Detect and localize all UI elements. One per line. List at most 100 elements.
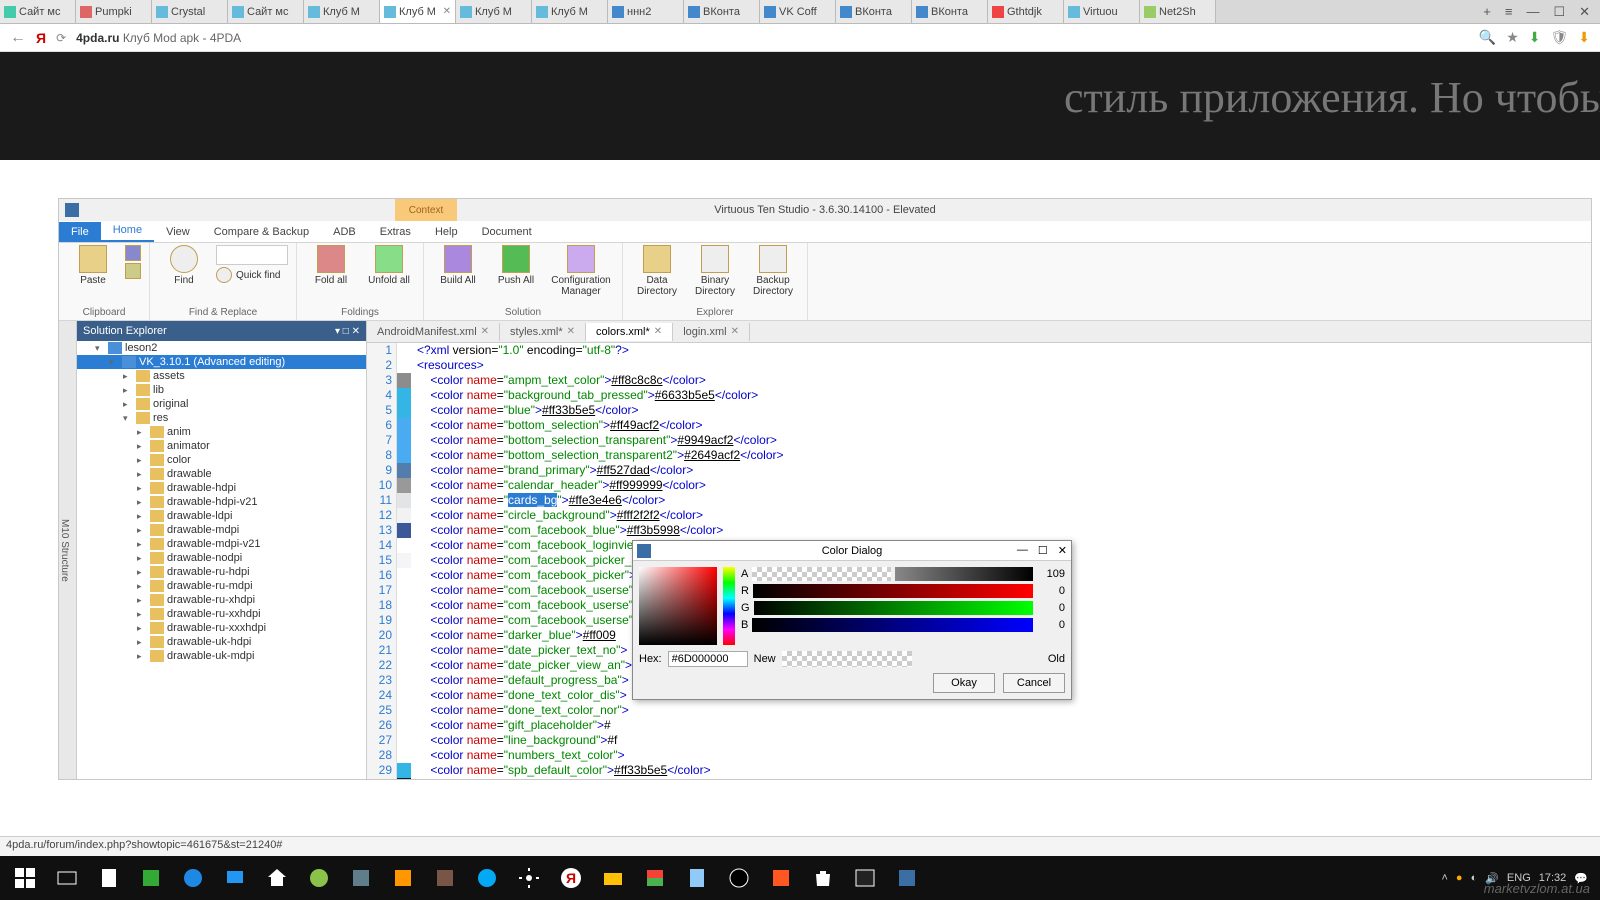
- win-min-icon[interactable]: —: [1526, 4, 1539, 19]
- tree-node[interactable]: ▸original: [77, 397, 366, 411]
- browser-tab[interactable]: ВКонта: [836, 0, 912, 23]
- alpha-slider[interactable]: [752, 567, 890, 581]
- solution-tree[interactable]: ▾leson2▾VK_3.10.1 (Advanced editing)▸ass…: [77, 341, 366, 779]
- push-button[interactable]: Push All: [490, 245, 542, 286]
- ribbon-tab-compare[interactable]: Compare & Backup: [202, 222, 321, 242]
- data-dir-button[interactable]: Data Directory: [631, 245, 683, 297]
- ribbon-tab-home[interactable]: Home: [101, 220, 154, 242]
- tb-vts-icon[interactable]: [886, 860, 928, 896]
- close-icon[interactable]: ✕: [1058, 544, 1067, 557]
- browser-tab[interactable]: Pumpki: [76, 0, 152, 23]
- tb-yandex-icon[interactable]: Я: [550, 860, 592, 896]
- star-icon[interactable]: ★: [1506, 29, 1519, 46]
- tree-node[interactable]: ▸drawable-ru-xxxhdpi: [77, 621, 366, 635]
- hex-input[interactable]: [668, 651, 748, 667]
- ribbon-tab-file[interactable]: File: [59, 222, 101, 242]
- tree-node[interactable]: ▸drawable-uk-mdpi: [77, 649, 366, 663]
- tree-node[interactable]: ▸anim: [77, 425, 366, 439]
- tray-icon-1[interactable]: ●: [1456, 872, 1463, 884]
- quickfind-input[interactable]: [216, 245, 288, 265]
- browser-tab[interactable]: Virtuou: [1064, 0, 1140, 23]
- minimize-icon[interactable]: —: [1017, 544, 1028, 557]
- maximize-icon[interactable]: ☐: [1038, 544, 1048, 557]
- okay-button[interactable]: Okay: [933, 673, 995, 693]
- tb-app-10[interactable]: [466, 860, 508, 896]
- tb-home-icon[interactable]: [256, 860, 298, 896]
- url-field[interactable]: 4pda.ru Клуб Mod apk - 4PDA: [76, 31, 1469, 45]
- tree-node[interactable]: ▸drawable-uk-hdpi: [77, 635, 366, 649]
- cut-button[interactable]: [125, 245, 141, 261]
- yandex-icon[interactable]: Я: [36, 30, 46, 46]
- red-slider[interactable]: [753, 584, 1033, 598]
- tb-explorer-icon[interactable]: [592, 860, 634, 896]
- blue-slider[interactable]: [752, 618, 1033, 632]
- tree-node[interactable]: ▸drawable-hdpi-v21: [77, 495, 366, 509]
- browser-tab[interactable]: ВКонта: [684, 0, 760, 23]
- quickfind-button[interactable]: Quick find: [216, 267, 288, 283]
- tb-app-14[interactable]: [634, 860, 676, 896]
- tree-node[interactable]: ▸color: [77, 453, 366, 467]
- editor-tab[interactable]: styles.xml*✕: [500, 323, 586, 341]
- new-tab-icon[interactable]: +: [1483, 4, 1491, 19]
- tb-app-15[interactable]: [676, 860, 718, 896]
- tree-node[interactable]: ▸assets: [77, 369, 366, 383]
- browser-tab[interactable]: VK Coff: [760, 0, 836, 23]
- tb-app-2[interactable]: [130, 860, 172, 896]
- browser-tab[interactable]: Сайт мс: [228, 0, 304, 23]
- tree-node[interactable]: ▸drawable-ru-mdpi: [77, 579, 366, 593]
- tree-node[interactable]: ▸drawable-ldpi: [77, 509, 366, 523]
- hue-slider[interactable]: [723, 567, 735, 645]
- left-rail[interactable]: M10 Structure: [59, 321, 77, 779]
- editor-tab[interactable]: login.xml✕: [673, 323, 750, 341]
- browser-tab[interactable]: Gthtdjk: [988, 0, 1064, 23]
- tb-cmd-icon[interactable]: [844, 860, 886, 896]
- zoom-icon[interactable]: 🔍: [1479, 29, 1496, 46]
- ribbon-tab-help[interactable]: Help: [423, 222, 470, 242]
- download-icon[interactable]: ⬇: [1529, 29, 1541, 46]
- browser-tab[interactable]: Сайт мс: [0, 0, 76, 23]
- foldall-button[interactable]: Fold all: [305, 245, 357, 286]
- back-icon[interactable]: ←: [10, 29, 26, 47]
- tb-store-icon[interactable]: [802, 860, 844, 896]
- editor-tab[interactable]: colors.xml*✕: [586, 323, 673, 341]
- win-close-icon[interactable]: ✕: [1579, 4, 1590, 20]
- start-button[interactable]: [4, 860, 46, 896]
- color-dialog-titlebar[interactable]: Color Dialog — ☐ ✕: [633, 541, 1071, 561]
- browser-tab[interactable]: Crystal: [152, 0, 228, 23]
- tree-node[interactable]: ▸drawable-ru-hdpi: [77, 565, 366, 579]
- config-button[interactable]: Configuration Manager: [548, 245, 614, 297]
- saturation-picker[interactable]: [639, 567, 717, 645]
- tabs-menu-icon[interactable]: ≡: [1505, 4, 1513, 19]
- tree-node[interactable]: ▸drawable: [77, 467, 366, 481]
- tray-icon-2[interactable]: ◐: [1471, 872, 1478, 884]
- ribbon-tab-document[interactable]: Document: [470, 222, 544, 242]
- ribbon-tab-extras[interactable]: Extras: [368, 222, 423, 242]
- reload-icon[interactable]: ⟳: [56, 31, 66, 45]
- tb-settings-icon[interactable]: [508, 860, 550, 896]
- binary-dir-button[interactable]: Binary Directory: [689, 245, 741, 297]
- tree-node[interactable]: ▸drawable-ru-xhdpi: [77, 593, 366, 607]
- down-arrow-icon[interactable]: ⬇: [1578, 29, 1590, 46]
- tree-node[interactable]: ▾leson2: [77, 341, 366, 355]
- tree-node[interactable]: ▾VK_3.10.1 (Advanced editing): [77, 355, 366, 369]
- browser-tab[interactable]: Клуб М✕: [380, 0, 456, 23]
- tb-android-icon[interactable]: [298, 860, 340, 896]
- browser-tab[interactable]: ннн2: [608, 0, 684, 23]
- win-max-icon[interactable]: ☐: [1553, 4, 1565, 20]
- browser-tab[interactable]: Net2Sh: [1140, 0, 1216, 23]
- browser-tab[interactable]: Клуб М: [456, 0, 532, 23]
- paste-button[interactable]: Paste: [67, 245, 119, 286]
- ribbon-tab-view[interactable]: View: [154, 222, 202, 242]
- tree-node[interactable]: ▸drawable-nodpi: [77, 551, 366, 565]
- cancel-button[interactable]: Cancel: [1003, 673, 1065, 693]
- tb-app-8[interactable]: [382, 860, 424, 896]
- find-button[interactable]: Find: [158, 245, 210, 286]
- tb-edge-icon[interactable]: [172, 860, 214, 896]
- tree-node[interactable]: ▸lib: [77, 383, 366, 397]
- alpha-slider2[interactable]: [895, 567, 1033, 581]
- editor-tab[interactable]: AndroidManifest.xml✕: [367, 323, 500, 341]
- tb-app-1[interactable]: [88, 860, 130, 896]
- tree-node[interactable]: ▸drawable-mdpi-v21: [77, 537, 366, 551]
- backup-dir-button[interactable]: Backup Directory: [747, 245, 799, 297]
- tree-node[interactable]: ▾res: [77, 411, 366, 425]
